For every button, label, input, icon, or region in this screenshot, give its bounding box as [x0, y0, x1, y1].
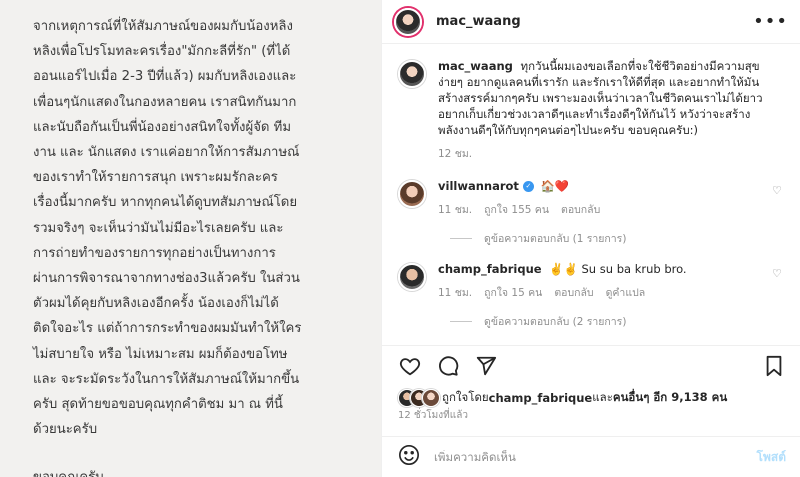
post-actions: [398, 354, 786, 378]
author-username[interactable]: mac_waang: [436, 14, 521, 29]
comment-like-heart-icon[interactable]: ♡: [772, 267, 784, 301]
caption-username[interactable]: mac_waang: [438, 59, 513, 73]
verified-badge-icon: ✓: [522, 181, 534, 192]
replies-divider-line: [450, 238, 472, 239]
comment-likes[interactable]: ถูกใจ 155 คน: [484, 202, 549, 218]
comment-like-heart-icon[interactable]: ♡: [772, 184, 784, 218]
comment-input[interactable]: [434, 450, 757, 464]
liker-avatars: [398, 389, 440, 407]
actions-divider: [382, 345, 800, 346]
more-horizontal-icon[interactable]: •••: [753, 11, 788, 32]
view-replies-link[interactable]: ดูข้อความตอบกลับ (2 รายการ): [450, 313, 784, 330]
statement-thanks: ขอบคุณครับ: [33, 466, 351, 477]
share-icon[interactable]: [474, 354, 498, 378]
likes-mid: และ: [592, 390, 613, 404]
emoji-icon[interactable]: [398, 444, 420, 470]
view-replies-label: ดูข้อความตอบกลับ (1 รายการ): [484, 233, 627, 245]
comment-time[interactable]: 11 ชม.: [438, 202, 472, 218]
post-sidebar: mac_waang ••• mac_waang ทุกวันนี้ผมเองขอ…: [381, 0, 800, 477]
caption-time[interactable]: 12 ชม.: [438, 146, 472, 162]
post-time[interactable]: 12 ชั่วโมงที่แล้ว: [398, 408, 468, 423]
replies-divider-line: [450, 321, 472, 322]
commenter-username[interactable]: villwannarot: [438, 179, 519, 193]
translate-link[interactable]: ดูคำแปล: [606, 285, 646, 301]
comment-icon[interactable]: [436, 354, 460, 378]
comment-time[interactable]: 11 ชม.: [438, 285, 472, 301]
view-replies-label: ดูข้อความตอบกลับ (2 รายการ): [484, 316, 627, 328]
comment-item: villwannarot ✓ 🏠❤️ 11 ชม. ถูกใจ 155 คน ตอ…: [398, 178, 784, 218]
view-replies-link[interactable]: ดูข้อความตอบกลับ (1 รายการ): [450, 230, 784, 247]
post-comment-button[interactable]: โพสต์: [757, 448, 786, 467]
liker-avatar: [422, 389, 440, 407]
statement-text: จากเหตุการณ์ที่ให้สัมภาษณ์ของผมกับน้องหล…: [33, 19, 302, 438]
caption-avatar[interactable]: [398, 60, 426, 88]
commenter-avatar[interactable]: [398, 263, 426, 291]
caption-comment: mac_waang ทุกวันนี้ผมเองขอเลือกที่จะใช้ช…: [398, 58, 784, 162]
post-image: จากเหตุการณ์ที่ให้สัมภาษณ์ของผมกับน้องหล…: [0, 0, 381, 477]
likes-user[interactable]: champ_fabrique: [489, 391, 593, 405]
likes-prefix: ถูกใจโดย: [442, 390, 489, 404]
post-header: mac_waang •••: [382, 0, 800, 44]
comment-item: champ_fabrique ✌️✌️ Su su ba krub bro. 1…: [398, 261, 784, 301]
comments-list: mac_waang ทุกวันนี้ผมเองขอเลือกที่จะใช้ช…: [382, 44, 800, 330]
author-avatar[interactable]: [394, 7, 422, 36]
likes-others[interactable]: คนอื่นๆ อีก 9,138 คน: [613, 389, 727, 407]
commenter-avatar[interactable]: [398, 180, 426, 208]
likes-summary: ถูกใจโดย champ_fabrique และ คนอื่นๆ อีก 9…: [398, 389, 727, 407]
reply-link[interactable]: ตอบกลับ: [554, 285, 593, 301]
bookmark-icon[interactable]: [762, 354, 786, 378]
comment-text: ✌️✌️ Su su ba krub bro.: [549, 262, 687, 276]
reply-link[interactable]: ตอบกลับ: [561, 202, 600, 218]
comment-likes[interactable]: ถูกใจ 15 คน: [484, 285, 542, 301]
heart-icon[interactable]: [398, 354, 422, 378]
commenter-username[interactable]: champ_fabrique: [438, 262, 542, 276]
comment-text: 🏠❤️: [540, 179, 570, 193]
add-comment-bar: โพสต์: [382, 436, 800, 477]
